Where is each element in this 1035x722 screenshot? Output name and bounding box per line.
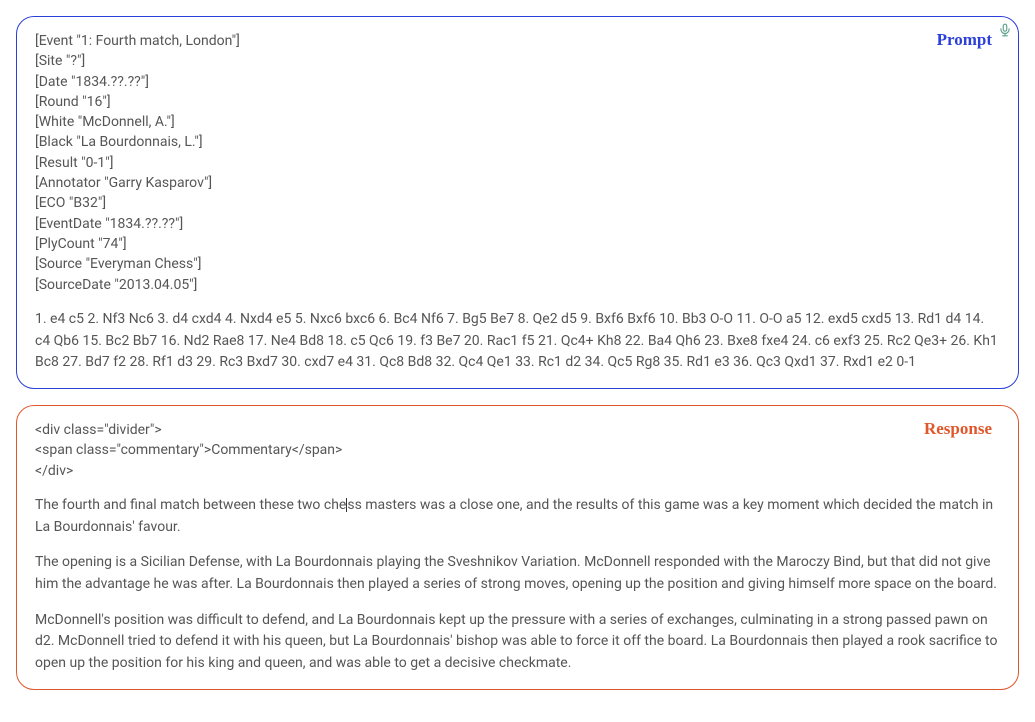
response-label: Response [924,416,992,442]
pgn-header-line: [Source "Everyman Chess"] [35,254,1000,274]
pgn-header-line: [Result "0-1"] [35,153,1000,173]
pgn-header-line: [EventDate "1834.??.??"] [35,214,1000,234]
prompt-card: Prompt [Event "1: Fourth match, London"]… [16,16,1019,389]
pgn-header-line: [Date "1834.??.??"] [35,72,1000,92]
response-paragraph[interactable]: The opening is a Sicilian Defense, with … [35,552,1000,595]
pgn-header-line: [Event "1: Fourth match, London"] [35,31,1000,51]
response-paragraph[interactable]: McDonnell's position was difficult to de… [35,610,1000,675]
pgn-header-line: [Round "16"] [35,92,1000,112]
pgn-header-line: [Annotator "Garry Kasparov"] [35,173,1000,193]
text-before-cursor: The fourth and final match between these… [35,497,346,513]
pgn-moves: 1. e4 c5 2. Nf3 Nc6 3. d4 cxd4 4. Nxd4 e… [35,309,1000,374]
pgn-header-line: [PlyCount "74"] [35,234,1000,254]
pgn-header-line: [ECO "B32"] [35,193,1000,213]
pgn-header-line: [White "McDonnell, A."] [35,112,1000,132]
prompt-label: Prompt [937,27,992,53]
response-card: Response <div class="divider"> <span cla… [16,405,1019,690]
pgn-header-line: [Black "La Bourdonnais, L."] [35,132,1000,152]
code-line: <span class="commentary">Commentary</spa… [35,440,1000,460]
pgn-header-line: [SourceDate "2013.04.05"] [35,275,1000,295]
code-line: </div> [35,461,1000,481]
response-code-block: <div class="divider"> <span class="comme… [35,420,1000,481]
pgn-header-line: [Site "?"] [35,51,1000,71]
microphone-icon[interactable] [998,23,1012,37]
pgn-header: [Event "1: Fourth match, London"] [Site … [35,31,1000,295]
code-line: <div class="divider"> [35,420,1000,440]
response-paragraph[interactable]: The fourth and final match between these… [35,495,1000,538]
